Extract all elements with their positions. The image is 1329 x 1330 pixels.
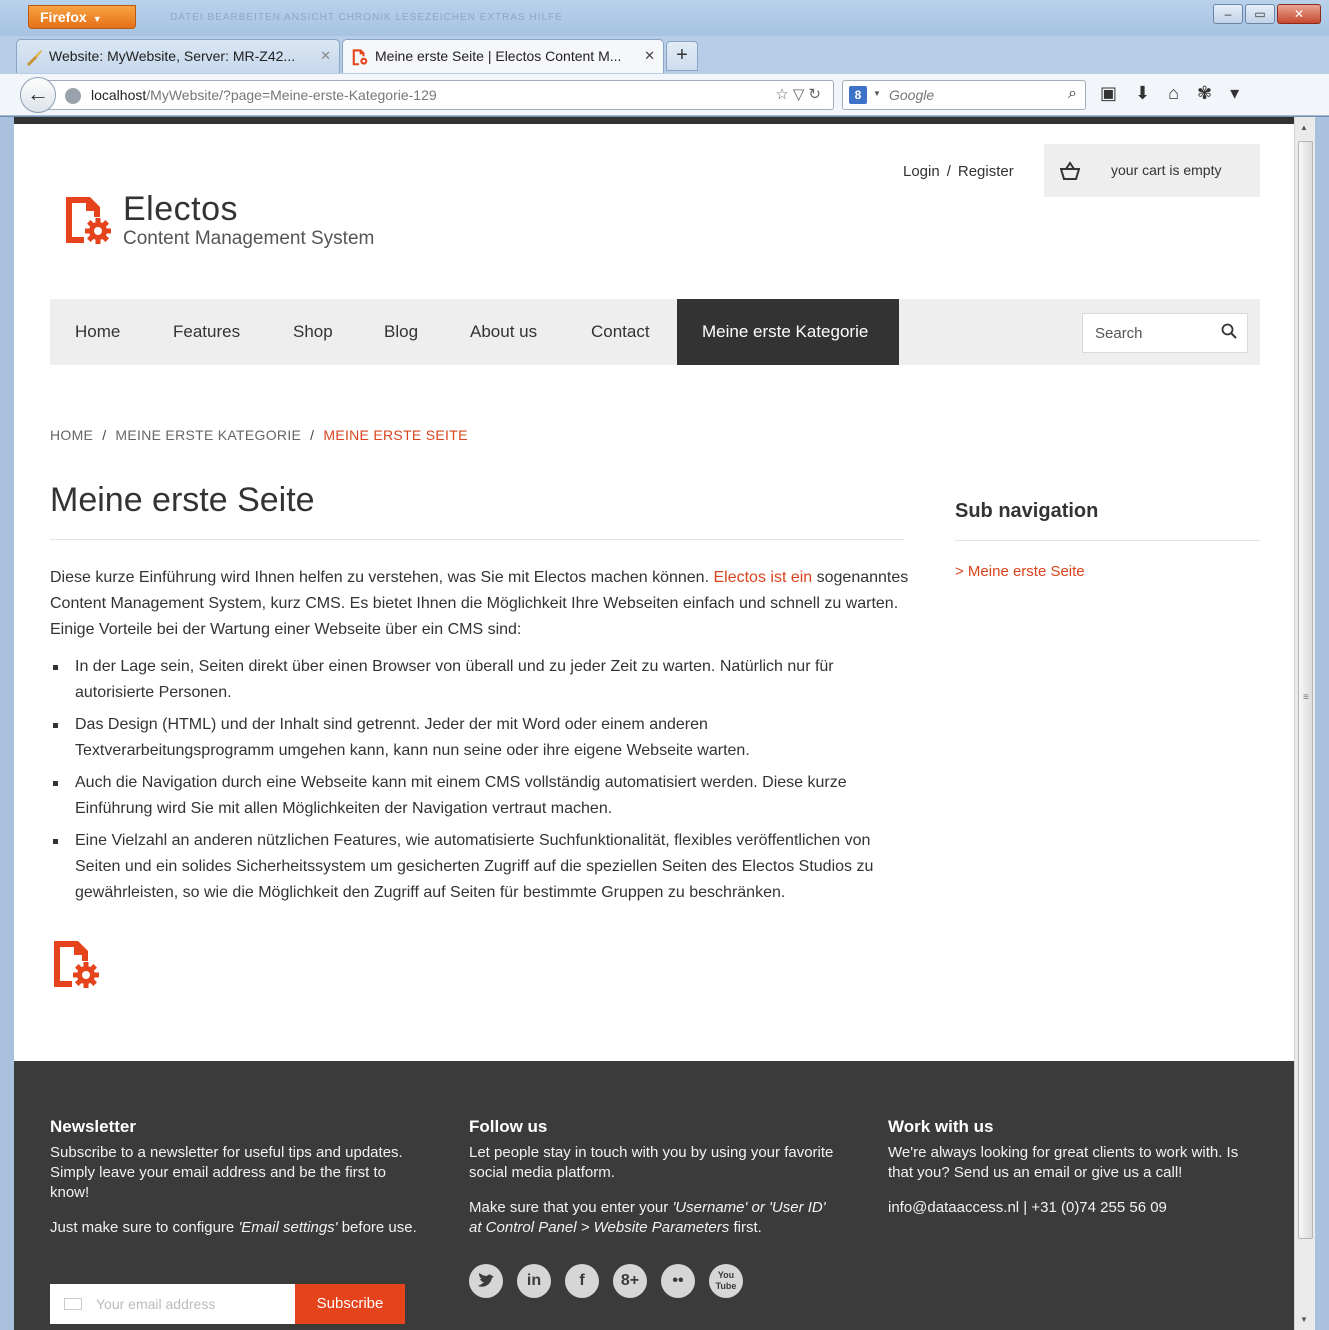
navigation-toolbar: localhost/MyWebsite/?page=Meine-erste-Ka… [0,74,1329,116]
bookmarks-icon[interactable]: ▣ [1100,83,1117,104]
title-divider [50,539,904,540]
window-controls: – ▭ ✕ [1213,4,1321,24]
flickr-icon[interactable]: •• [661,1264,695,1298]
list-item: Auch die Navigation durch eine Webseite … [50,770,910,822]
subscribe-button[interactable]: Subscribe [295,1284,405,1324]
vertical-scrollbar[interactable]: ▲ ≡ ▼ [1294,117,1315,1330]
sub-navigation-title: Sub navigation [955,500,1099,522]
logo-subtitle: Content Management System [123,228,375,249]
firefox-menu-button[interactable]: Firefox ▼ [28,5,136,29]
google-plus-icon[interactable]: 8 [849,86,867,104]
tab-website-admin[interactable]: Website: MyWebsite, Server: MR-Z42... ✕ [16,39,340,73]
facebook-icon[interactable]: f [565,1264,599,1298]
close-tab-icon[interactable]: ✕ [644,48,655,64]
addon-icon[interactable]: ✾ [1197,83,1212,104]
account-links: Login / Register [903,163,1014,180]
dropdown-arrow-icon[interactable]: ▽ [793,86,809,103]
window-frame-right [1315,117,1329,1330]
mail-icon [64,1298,82,1310]
nav-home[interactable]: Home [50,299,145,365]
nav-features[interactable]: Features [148,299,265,365]
footer-work-with-us: Work with us We're always looking for gr… [888,1117,1258,1233]
menu-bar-ghost: DATEI BEARBEITEN ANSICHT CHRONIK LESEZEI… [170,12,563,23]
nav-contact[interactable]: Contact [566,299,675,365]
menu-chevron-icon[interactable]: ▾ [1230,83,1239,104]
top-accent-bar [14,117,1294,124]
reload-icon[interactable]: ↻ [808,86,825,103]
url-bar[interactable]: localhost/MyWebsite/?page=Meine-erste-Ka… [44,80,834,110]
linkedin-icon[interactable]: in [517,1264,551,1298]
google-plus-icon[interactable]: 8+ [613,1264,647,1298]
electos-logo-icon[interactable] [62,193,112,245]
scroll-down-icon[interactable]: ▼ [1300,1315,1308,1324]
cart-box[interactable]: your cart is empty [1044,144,1260,197]
new-tab-button[interactable]: + [666,41,698,71]
nav-shop[interactable]: Shop [268,299,358,365]
electos-logo-icon [352,49,368,66]
contact-info[interactable]: info@dataaccess.nl | +31 (0)74 255 56 09 [888,1198,1258,1218]
page-viewport: Login / Register your cart is empty Electo… [14,117,1294,1330]
newsletter-email-input[interactable]: Your email address [50,1284,295,1324]
social-links: in f 8+ •• You Tube [469,1264,743,1298]
chevron-down-icon: ▼ [92,14,102,24]
scroll-thumb[interactable]: ≡ [1298,141,1313,1239]
sub-navigation-divider [955,540,1260,541]
main-navigation: Home Features Shop Blog About us Contact… [50,299,1260,365]
globe-icon [65,88,81,104]
footer-follow-us: Follow us Let people stay in touch with … [469,1117,834,1236]
site-footer: Newsletter Subscribe to a newsletter for… [14,1061,1294,1330]
site-search-input[interactable]: Search [1082,313,1248,353]
brush-icon [27,50,42,66]
nav-meine-erste-kategorie[interactable]: Meine erste Kategorie [677,299,899,365]
tab-strip: Website: MyWebsite, Server: MR-Z42... ✕ … [0,36,1329,74]
nav-about-us[interactable]: About us [445,299,562,365]
logo-title[interactable]: Electos [123,190,238,229]
scroll-up-icon[interactable]: ▲ [1300,123,1308,132]
close-tab-icon[interactable]: ✕ [320,48,331,64]
window-frame-left [0,117,14,1330]
breadcrumb-current: MEINE ERSTE SEITE [323,427,468,443]
register-link[interactable]: Register [958,163,1014,180]
list-item: Das Design (HTML) und der Inhalt sind ge… [50,712,910,764]
grip-icon: ≡ [1303,692,1309,703]
benefits-list: In der Lage sein, Seiten direkt über ein… [50,654,910,912]
sub-navigation-link[interactable]: > Meine erste Seite [955,563,1085,580]
nav-blog[interactable]: Blog [359,299,443,365]
bookmark-star-icon[interactable]: ☆ [775,86,792,103]
youtube-icon[interactable]: You Tube [709,1264,743,1298]
search-icon[interactable]: ⌕ [1068,85,1077,103]
web-search-box[interactable]: 8 ▼ Google ⌕ [842,80,1086,110]
tab-meine-erste-seite[interactable]: Meine erste Seite | Electos Content M...… [342,39,664,73]
breadcrumb-home[interactable]: HOME [50,427,93,443]
chevron-down-icon: ▼ [873,89,881,98]
minimize-button[interactable]: – [1213,4,1243,24]
search-icon[interactable] [1221,323,1237,339]
maximize-button[interactable]: ▭ [1245,4,1275,24]
intro-link[interactable]: Electos ist ein [713,569,812,586]
download-icon[interactable]: ⬇ [1135,83,1150,104]
close-window-button[interactable]: ✕ [1277,4,1321,24]
electos-logo-icon [54,941,99,988]
back-button[interactable]: ← [20,77,56,113]
home-icon[interactable]: ⌂ [1168,83,1179,104]
footer-newsletter: Newsletter Subscribe to a newsletter for… [50,1117,417,1236]
twitter-icon[interactable] [469,1264,503,1298]
breadcrumb: HOME / MEINE ERSTE KATEGORIE / MEINE ERSTE S… [50,427,468,443]
list-item: Eine Vielzahl an anderen nützlichen Feat… [50,828,910,906]
page-title: Meine erste Seite [50,481,315,519]
intro-paragraph: Diese kurze Einführung wird Ihnen helfen… [50,569,909,638]
list-item: In der Lage sein, Seiten direkt über ein… [50,654,910,706]
window-titlebar: Firefox ▼ DATEI BEARBEITEN ANSICHT CHRONI… [0,0,1329,36]
basket-icon [1060,161,1080,180]
login-link[interactable]: Login [903,163,940,180]
breadcrumb-category[interactable]: MEINE ERSTE KATEGORIE [115,427,301,443]
